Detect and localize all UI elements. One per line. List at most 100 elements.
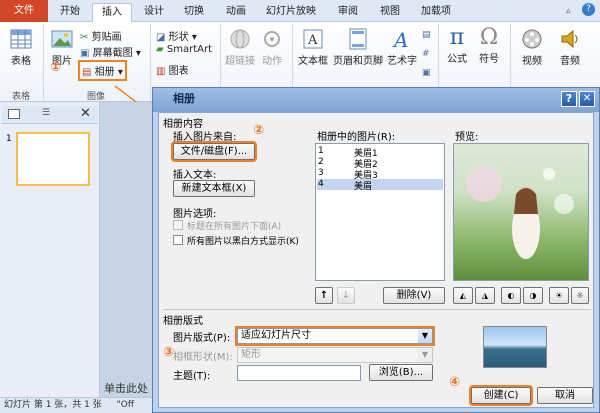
globe-icon <box>230 29 250 49</box>
clipart-icon: ✂ <box>80 32 89 43</box>
table-label: 表格 <box>11 56 31 67</box>
header-footer-button[interactable]: 页眉和页脚 <box>332 28 384 67</box>
contrast-up-button[interactable]: ◐ <box>501 287 521 304</box>
insert-from-label: 插入图片来自: <box>173 132 237 143</box>
smartart-button[interactable]: ▰ SmartArt <box>156 44 212 55</box>
chart-label: 图表 <box>168 66 189 77</box>
rotate-right-button[interactable]: ◮ <box>475 287 495 304</box>
brightness-up-button[interactable]: ☀ <box>549 287 569 304</box>
symbol-button[interactable]: Ω 符号 <box>474 25 504 66</box>
film-reel-icon <box>522 29 542 49</box>
frame-shape-select[interactable]: 矩形 ▼ <box>237 347 433 363</box>
pictures-in-album-label: 相册中的图片(R): <box>317 132 396 143</box>
video-button[interactable]: 视频 <box>514 28 550 67</box>
tab-home[interactable]: 开始 <box>52 3 88 22</box>
new-textbox-button[interactable]: 新建文本框(X) <box>173 180 255 197</box>
album-button[interactable]: ▤ 相册 ▾ <box>78 60 127 81</box>
formula-button[interactable]: π 公式 <box>442 25 472 66</box>
omega-icon: Ω <box>479 25 499 50</box>
step-2-marker: ② <box>253 123 265 138</box>
black-white-checkbox[interactable] <box>173 235 183 245</box>
list-item[interactable]: 2 美眉2 <box>318 157 442 170</box>
picture-layout-select[interactable]: 适应幻灯片尺寸 ▼ <box>235 326 435 346</box>
small-text-icons[interactable]: ▤ # ▣ <box>422 26 434 86</box>
list-item-selected[interactable]: 4 美眉 <box>317 179 443 192</box>
preview-label: 预览: <box>455 132 479 143</box>
list-item[interactable]: 3 美眉3 <box>318 168 442 181</box>
table-button[interactable]: 表格 <box>6 28 36 67</box>
captions-checkbox[interactable] <box>173 220 183 230</box>
preview-photo <box>466 166 574 259</box>
wordart-label: 艺术字 <box>387 56 417 67</box>
clipart-button[interactable]: ✂ 剪贴画 <box>80 28 122 43</box>
chevron-down-icon: ▼ <box>418 329 432 343</box>
black-white-option-label: 所有图片以黑白方式显示(K) <box>187 237 299 247</box>
slide-placeholder-text[interactable]: 单击此处 <box>104 380 148 396</box>
close-pane-icon[interactable]: ✕ <box>80 106 91 121</box>
pi-icon: π <box>449 25 465 50</box>
clipart-label: 剪贴画 <box>91 32 122 43</box>
layout-preview-image <box>483 326 547 368</box>
header-footer-icon <box>349 28 367 50</box>
table-group-label: 表格 <box>11 92 30 102</box>
help-button[interactable]: ? <box>561 91 577 107</box>
tab-animations[interactable]: 动画 <box>218 3 254 22</box>
slide-thumbnail[interactable] <box>16 132 90 186</box>
tab-review[interactable]: 审阅 <box>330 3 366 22</box>
help-icon[interactable]: ? <box>582 3 595 16</box>
picture-layout-value: 适应幻灯片尺寸 <box>241 330 311 341</box>
outline-tab-icon[interactable]: ☰ <box>42 108 50 118</box>
svg-text:A: A <box>307 33 318 48</box>
rotate-left-button[interactable]: ◭ <box>453 287 473 304</box>
header-footer-label: 页眉和页脚 <box>333 56 383 67</box>
theme-input[interactable] <box>237 365 361 381</box>
insert-text-label: 插入文本: <box>173 170 217 181</box>
slides-tab-icon[interactable] <box>8 109 20 119</box>
chart-button[interactable]: ▥ 图表 <box>156 62 189 77</box>
slide-pane: ☰ ✕ 1 <box>0 102 100 397</box>
audio-button[interactable]: 音频 <box>552 28 588 67</box>
shapes-label: 形状 <box>168 32 189 43</box>
svg-text:A: A <box>392 28 408 50</box>
theme-status: "Off <box>116 400 135 410</box>
cancel-button[interactable]: 取消 <box>537 387 593 404</box>
screenshot-button[interactable]: ▣ 屏幕截图 ▾ <box>80 44 141 59</box>
tab-file[interactable]: 文件 <box>0 0 48 22</box>
dialog-title-bar: 相册 ? ✕ <box>153 88 599 112</box>
contrast-down-button[interactable]: ◑ <box>523 287 543 304</box>
tab-insert[interactable]: 插入 <box>92 3 132 22</box>
dialog-title: 相册 <box>173 92 195 105</box>
tab-transitions[interactable]: 切换 <box>176 3 212 22</box>
brightness-down-button[interactable]: ☼ <box>571 287 589 304</box>
tab-slideshow[interactable]: 幻灯片放映 <box>258 3 324 22</box>
textbox-label: 文本框 <box>298 56 328 67</box>
symbol-label: 符号 <box>479 54 499 65</box>
shapes-button[interactable]: ◪ 形状 ▾ <box>156 28 197 43</box>
remove-button[interactable]: 删除(V) <box>383 287 445 304</box>
list-item[interactable]: 1 美眉1 <box>318 146 442 159</box>
slide-count-status: 幻灯片 第 1 张，共 1 张 <box>4 400 102 410</box>
smartart-label: SmartArt <box>166 44 213 55</box>
move-down-button[interactable]: ↓ <box>337 287 355 304</box>
tab-view[interactable]: 视图 <box>372 3 408 22</box>
audio-label: 音频 <box>560 56 580 67</box>
close-button[interactable]: ✕ <box>579 91 595 107</box>
photo-album-dialog: 相册 ? ✕ 相册内容 插入图片来自: ② 文件/磁盘(F)... 插入文本: … <box>152 87 600 413</box>
file-disk-button[interactable]: 文件/磁盘(F)... <box>171 141 257 162</box>
album-label: 相册 <box>94 67 115 78</box>
slide-canvas-bg: 单击此处 <box>100 102 160 397</box>
album-icon: ▤ <box>82 67 92 78</box>
hyperlink-label: 超链接 <box>225 56 255 67</box>
tab-addins[interactable]: 加载项 <box>414 3 458 22</box>
tab-design[interactable]: 设计 <box>136 3 172 22</box>
hyperlink-button[interactable]: 超链接 <box>224 28 256 67</box>
browse-button[interactable]: 浏览(B)... <box>369 364 433 381</box>
action-button[interactable]: 动作 <box>258 28 286 67</box>
pictures-list[interactable]: 1 美眉1 2 美眉2 3 美眉3 4 美眉 <box>315 143 445 281</box>
minimize-ribbon-icon[interactable]: ▵ <box>566 6 571 16</box>
move-up-button[interactable]: ↑ <box>315 287 333 304</box>
create-button[interactable]: 创建(C) <box>469 385 533 406</box>
video-label: 视频 <box>522 56 542 67</box>
wordart-button[interactable]: A 艺术字 <box>384 28 420 67</box>
textbox-button[interactable]: A 文本框 <box>296 28 330 67</box>
